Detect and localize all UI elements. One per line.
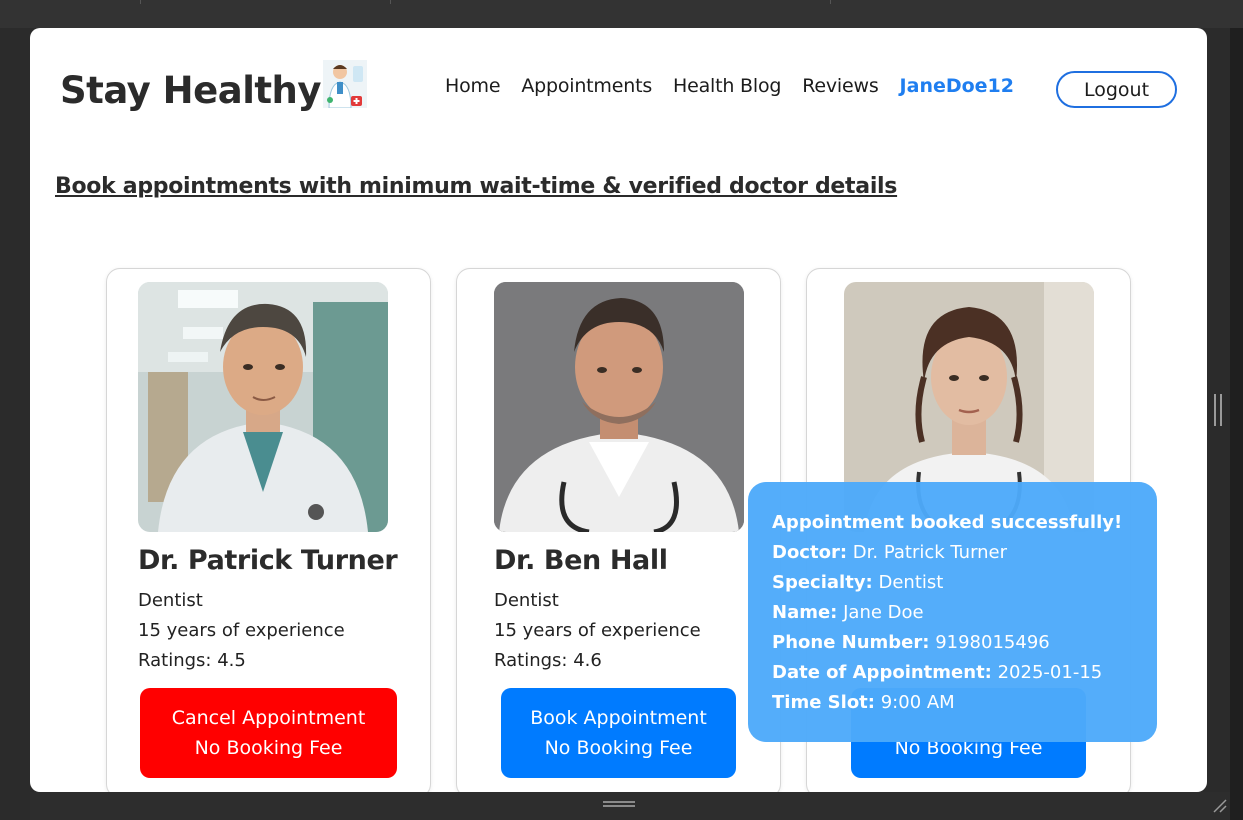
button-label: Book Appointment	[530, 707, 707, 729]
button-sublabel: No Booking Fee	[544, 737, 693, 759]
button-sublabel: No Booking Fee	[194, 737, 343, 759]
doctor-name: Dr. Ben Hall	[494, 545, 668, 576]
doctor-specialty: Dentist	[138, 590, 203, 611]
divider	[390, 0, 391, 4]
doctor-rating: Ratings: 4.5	[138, 650, 246, 671]
divider	[830, 0, 831, 4]
nav-health-blog[interactable]: Health Blog	[673, 75, 781, 97]
popup-doctor: Doctor: Dr. Patrick Turner	[772, 542, 1008, 563]
panel-resize-handle[interactable]	[1214, 394, 1222, 426]
doctor-card: Dr. Ben Hall Dentist 15 years of experie…	[456, 268, 781, 792]
book-appointment-button[interactable]: Book Appointment No Booking Fee	[501, 688, 736, 778]
brand-title[interactable]: Stay Healthy	[60, 69, 322, 112]
popup-time-slot: Time Slot: 9:00 AM	[772, 692, 955, 713]
logout-button[interactable]: Logout	[1056, 71, 1177, 108]
popup-phone: Phone Number: 9198015496	[772, 632, 1050, 653]
page-headline[interactable]: Book appointments with minimum wait-time…	[55, 174, 897, 199]
divider	[140, 0, 141, 4]
cancel-appointment-button[interactable]: Cancel Appointment No Booking Fee	[140, 688, 397, 778]
doctor-photo	[494, 282, 744, 532]
popup-title: Appointment booked successfully!	[772, 512, 1123, 533]
doctor-experience: 15 years of experience	[494, 620, 701, 641]
devtools-side-rail	[1230, 28, 1243, 820]
doctor-experience: 15 years of experience	[138, 620, 345, 641]
username-link[interactable]: JaneDoe12	[900, 75, 1014, 97]
popup-name: Name: Jane Doe	[772, 602, 924, 623]
doctor-logo-icon	[323, 60, 368, 108]
button-label: Cancel Appointment	[171, 707, 366, 729]
nav-appointments[interactable]: Appointments	[521, 75, 652, 97]
nav-home[interactable]: Home	[445, 75, 501, 97]
browser-top-strip	[0, 0, 1243, 28]
doctor-rating: Ratings: 4.6	[494, 650, 602, 671]
popup-specialty: Specialty: Dentist	[772, 572, 944, 593]
app-window: Stay Healthy Home Appointments Health Bl…	[30, 28, 1207, 792]
popup-date: Date of Appointment: 2025-01-15	[772, 662, 1103, 683]
doctor-card: Dr. Patrick Turner Dentist 15 years of e…	[106, 268, 431, 792]
brand[interactable]: Stay Healthy	[60, 60, 368, 112]
drag-handle-icon[interactable]	[603, 801, 635, 807]
doctor-photo	[138, 282, 388, 532]
doctor-specialty: Dentist	[494, 590, 559, 611]
main-nav: Home Appointments Health Blog Reviews Ja…	[445, 75, 1035, 97]
nav-reviews[interactable]: Reviews	[802, 75, 878, 97]
doctor-name: Dr. Patrick Turner	[138, 545, 398, 576]
booking-success-popup: Appointment booked successfully! Doctor:…	[748, 482, 1157, 742]
resize-corner-icon[interactable]	[1210, 796, 1228, 814]
